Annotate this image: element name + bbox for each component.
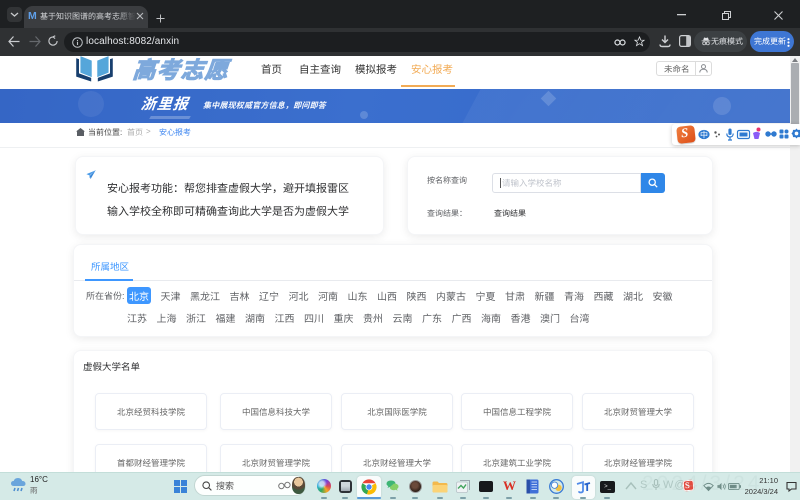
svg-text:中: 中 [700,129,708,140]
